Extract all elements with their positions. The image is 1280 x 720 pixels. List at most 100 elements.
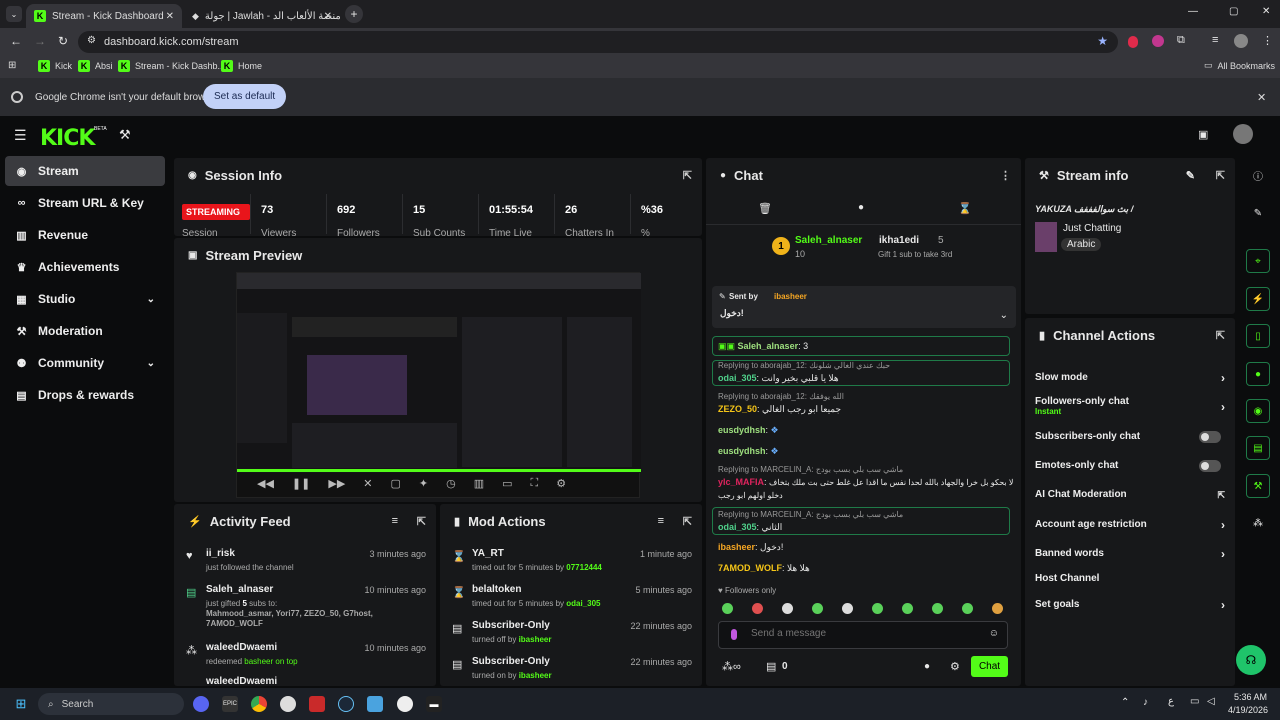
sidebar-item-studio[interactable]: ▦ Studio ⌄	[5, 284, 165, 314]
kick-logo[interactable]: KICK	[40, 126, 95, 151]
hammer-icon[interactable]: ⚒	[119, 127, 131, 143]
edit-icon[interactable]: ✎	[1246, 201, 1270, 225]
trash-icon[interactable]: 🗑	[758, 202, 772, 215]
app-icon[interactable]: ▬	[426, 696, 442, 712]
close-icon[interactable]: ✕	[166, 11, 174, 22]
emote-icon[interactable]	[752, 603, 763, 614]
new-tab-button[interactable]: +	[345, 5, 363, 23]
toggle-switch[interactable]	[1199, 460, 1221, 472]
chat-bubble-icon[interactable]: ●	[858, 202, 864, 213]
chevron-down-icon[interactable]: ⌄	[1000, 310, 1008, 321]
extension-icon[interactable]	[1152, 35, 1164, 47]
edit-icon[interactable]: ✎	[1186, 169, 1195, 182]
sidebar-item-drops-rewards[interactable]: ▤ Drops & rewards	[5, 380, 165, 410]
sidebar-item-community[interactable]: ⚉ Community ⌄	[5, 348, 165, 378]
site-info-icon[interactable]: ⚙	[87, 35, 96, 46]
points-icon[interactable]: ⁂	[1246, 511, 1270, 535]
sidebar-item-stream[interactable]: ◉ Stream	[5, 156, 165, 186]
emote-icon[interactable]	[932, 603, 943, 614]
action-slow-mode[interactable]: Slow mode ›	[1035, 371, 1225, 385]
chat-bubble-icon[interactable]: ●	[924, 661, 930, 672]
close-icon[interactable]: ✕	[324, 11, 332, 22]
chat-bubble-icon[interactable]: ●	[1246, 362, 1270, 386]
clip-icon[interactable]: ▢	[391, 477, 401, 493]
emote-icon[interactable]	[812, 603, 823, 614]
menu-icon[interactable]: ⋮	[1262, 34, 1273, 47]
app-icon[interactable]	[367, 696, 383, 712]
document-icon[interactable]: ▯	[1246, 324, 1270, 348]
puzzle-icon[interactable]: ⧉	[1177, 34, 1185, 47]
hamburger-icon[interactable]: ☰	[14, 127, 27, 144]
apps-icon[interactable]: ⊞	[8, 60, 16, 71]
discord-icon[interactable]	[193, 696, 209, 712]
stream-video[interactable]: ◀◀ ❚❚ ▶▶ ✕ ▢ ✦ ◷ ▥ ▭ ⛶ ⚙	[236, 272, 641, 498]
action-subscribers-only[interactable]: Subscribers-only chat	[1035, 431, 1225, 443]
emote-icon[interactable]	[722, 603, 733, 614]
lightning-icon[interactable]: ⚡	[1246, 287, 1270, 311]
window-close-icon[interactable]: ✕	[1262, 6, 1270, 17]
message-input[interactable]	[751, 628, 971, 639]
emote-icon[interactable]	[782, 603, 793, 614]
action-set-goals[interactable]: Set goals ›	[1035, 598, 1225, 612]
info-icon[interactable]: ⓘ	[1246, 163, 1270, 187]
popout-icon[interactable]: ⇱	[683, 515, 692, 528]
epic-games-icon[interactable]: EPIC	[222, 696, 238, 712]
action-banned-words[interactable]: Banned words ›	[1035, 547, 1225, 561]
tab-list-icon[interactable]: ⌄	[6, 6, 22, 22]
url-bar[interactable]: ⚙ dashboard.kick.com/stream ★	[78, 31, 1118, 53]
mic-icon[interactable]: ♪	[1143, 697, 1148, 708]
emote-icon[interactable]	[962, 603, 973, 614]
user-avatar[interactable]	[1233, 124, 1253, 144]
bookmark-stream-dashboard[interactable]: K Stream - Kick Dashb...	[118, 60, 225, 72]
sparkle-icon[interactable]: ✦	[419, 477, 428, 493]
chrome-icon[interactable]	[251, 696, 267, 712]
steam-icon[interactable]	[338, 696, 354, 712]
toggle-switch[interactable]	[1199, 431, 1221, 443]
popout-icon[interactable]: ⇱	[683, 169, 692, 182]
maximize-icon[interactable]: ▢	[1229, 6, 1238, 17]
pinned-message[interactable]: ✎ Sent by ibasheer دخول! ⌄	[712, 286, 1016, 328]
app-icon[interactable]	[309, 696, 325, 712]
layout-icon[interactable]: ▥	[474, 477, 484, 493]
tray-chevron-icon[interactable]: ⌃	[1121, 697, 1129, 708]
clock-icon[interactable]: ◷	[446, 477, 456, 493]
theatre-icon[interactable]: ▣	[1198, 128, 1208, 141]
wrench-icon[interactable]: ⚒	[1246, 474, 1270, 498]
clock-date[interactable]: 4/19/2026	[1228, 705, 1268, 715]
bookmark-star-icon[interactable]: ★	[1097, 34, 1108, 48]
minimize-icon[interactable]: —	[1188, 6, 1198, 17]
action-account-age[interactable]: Account age restriction ›	[1035, 518, 1225, 532]
action-ai-moderation[interactable]: AI Chat Moderation ⇱	[1035, 489, 1225, 500]
scan-icon[interactable]: ⌖	[1246, 249, 1270, 273]
obs-icon[interactable]	[280, 696, 296, 712]
forward-icon[interactable]: →	[34, 34, 46, 48]
emote-icon[interactable]	[902, 603, 913, 614]
broadcast-icon[interactable]: ◉	[1246, 399, 1270, 423]
set-default-button[interactable]: Set as default	[203, 84, 287, 109]
popout-icon[interactable]: ⇱	[1216, 329, 1225, 342]
settings-icon[interactable]: ⚙	[950, 660, 960, 673]
sidebar-item-stream-url-key[interactable]: ∞ Stream URL & Key	[5, 188, 165, 218]
action-emotes-only[interactable]: Emotes-only chat	[1035, 460, 1225, 472]
bookmark-absi[interactable]: K Absi	[78, 60, 113, 72]
language-indicator[interactable]: ع	[1168, 696, 1174, 707]
app-icon[interactable]	[397, 696, 413, 712]
tab-kick-dashboard[interactable]: K Stream - Kick Dashboard ✕	[26, 4, 182, 28]
filter-icon[interactable]: ≡	[392, 515, 398, 527]
points-icon[interactable]: ⁂∞	[722, 660, 741, 673]
popout-icon[interactable]: ⇱	[1216, 169, 1225, 182]
bookmark-kick[interactable]: K Kick	[38, 60, 72, 72]
sidebar-item-revenue[interactable]: ▥ Revenue	[5, 220, 165, 250]
windows-start-icon[interactable]: ⊞	[13, 696, 29, 712]
support-button[interactable]: ☊	[1236, 645, 1266, 675]
emoji-icon[interactable]: ☺	[989, 628, 999, 639]
reload-icon[interactable]: ↻	[58, 34, 68, 48]
bookmark-home[interactable]: K Home	[221, 60, 262, 72]
hourglass-icon[interactable]: ⌛	[958, 202, 972, 215]
layout-icon[interactable]: ▤	[1246, 436, 1270, 460]
all-bookmarks[interactable]: ▭ All Bookmarks	[1204, 60, 1275, 71]
mute-icon[interactable]: ✕	[363, 477, 372, 493]
action-followers-only[interactable]: Followers-only chat › Instant	[1035, 396, 1225, 416]
emote-icon[interactable]	[872, 603, 883, 614]
pip-icon[interactable]: ▭	[502, 477, 512, 493]
